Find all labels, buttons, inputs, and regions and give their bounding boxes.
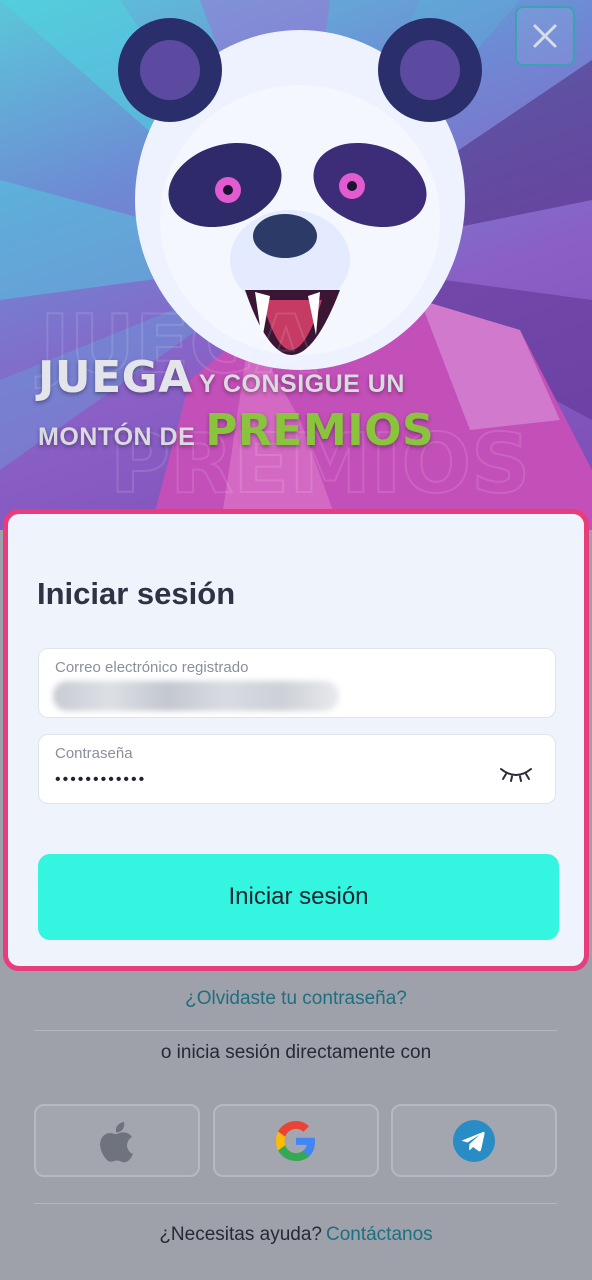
apple-login-button[interactable] <box>34 1104 200 1177</box>
password-field-label: Contraseña <box>55 745 133 762</box>
eye-closed-icon[interactable] <box>499 763 533 783</box>
login-title: Iniciar sesión <box>37 576 236 611</box>
headline-text-1: Y CONSIGUE UN <box>198 370 405 398</box>
headline-text-2: MONTÓN DE <box>38 423 196 451</box>
headline-word-juega: JUEGA <box>38 352 193 403</box>
alt-login-text: o inicia sesión directamente con <box>160 1042 432 1063</box>
password-value: •••••••••••• <box>55 771 147 788</box>
promo-headline: JUEGA Y CONSIGUE UN MONTÓN DE PREMIOS <box>38 352 434 456</box>
close-button[interactable] <box>515 6 575 66</box>
password-field[interactable]: Contraseña •••••••••••• <box>38 734 556 804</box>
google-icon <box>276 1120 315 1161</box>
email-value-blurred <box>53 681 339 711</box>
email-field-label: Correo electrónico registrado <box>55 659 249 676</box>
telegram-icon <box>453 1119 495 1162</box>
close-icon <box>533 24 557 48</box>
headline-word-premios: PREMIOS <box>205 405 435 456</box>
forgot-password-link[interactable]: ¿Olvidaste tu contraseña? <box>0 988 592 1010</box>
apple-icon <box>100 1121 133 1162</box>
hero-banner: JUEGA PREMIOS JUEGA Y CONSIGUE UN MONTÓN… <box>0 0 592 530</box>
login-card: Iniciar sesión Correo electrónico regist… <box>3 509 589 971</box>
email-field[interactable]: Correo electrónico registrado <box>38 648 556 718</box>
divider <box>34 1203 557 1204</box>
contact-link[interactable]: Contáctanos <box>326 1224 433 1245</box>
google-login-button[interactable] <box>213 1104 379 1177</box>
telegram-login-button[interactable] <box>391 1104 557 1177</box>
login-submit-button[interactable]: Iniciar sesión <box>38 854 559 940</box>
help-row: ¿Necesitas ayuda? Contáctanos <box>0 1224 592 1246</box>
help-text: ¿Necesitas ayuda? <box>159 1224 322 1245</box>
divider <box>34 1030 557 1031</box>
